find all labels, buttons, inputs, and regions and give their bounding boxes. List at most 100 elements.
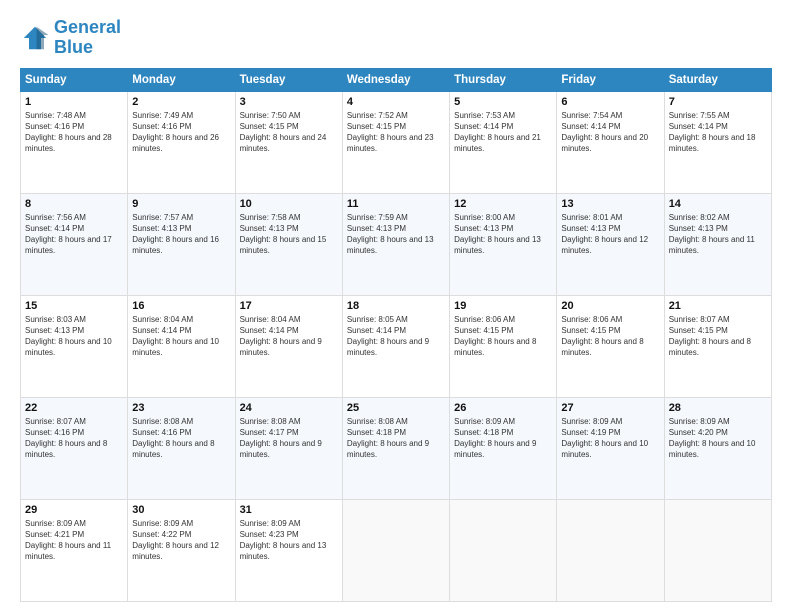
day-number: 14 (669, 198, 767, 210)
day-info: Sunrise: 7:49 AMSunset: 4:16 PMDaylight:… (132, 110, 230, 155)
calendar-cell: 27 Sunrise: 8:09 AMSunset: 4:19 PMDaylig… (557, 397, 664, 499)
calendar-cell: 29 Sunrise: 8:09 AMSunset: 4:21 PMDaylig… (21, 499, 128, 601)
day-number: 16 (132, 300, 230, 312)
calendar-day-header: Thursday (450, 68, 557, 91)
day-number: 19 (454, 300, 552, 312)
day-info: Sunrise: 8:09 AMSunset: 4:20 PMDaylight:… (669, 416, 767, 461)
day-info: Sunrise: 8:05 AMSunset: 4:14 PMDaylight:… (347, 314, 445, 359)
day-number: 31 (240, 504, 338, 516)
calendar-week-row: 22 Sunrise: 8:07 AMSunset: 4:16 PMDaylig… (21, 397, 772, 499)
day-info: Sunrise: 7:52 AMSunset: 4:15 PMDaylight:… (347, 110, 445, 155)
day-info: Sunrise: 8:08 AMSunset: 4:16 PMDaylight:… (132, 416, 230, 461)
day-number: 22 (25, 402, 123, 414)
day-info: Sunrise: 7:54 AMSunset: 4:14 PMDaylight:… (561, 110, 659, 155)
day-number: 13 (561, 198, 659, 210)
calendar-cell: 7 Sunrise: 7:55 AMSunset: 4:14 PMDayligh… (664, 91, 771, 193)
calendar-day-header: Saturday (664, 68, 771, 91)
calendar-cell: 20 Sunrise: 8:06 AMSunset: 4:15 PMDaylig… (557, 295, 664, 397)
day-number: 6 (561, 96, 659, 108)
calendar-cell: 10 Sunrise: 7:58 AMSunset: 4:13 PMDaylig… (235, 193, 342, 295)
calendar-cell: 18 Sunrise: 8:05 AMSunset: 4:14 PMDaylig… (342, 295, 449, 397)
calendar-cell: 19 Sunrise: 8:06 AMSunset: 4:15 PMDaylig… (450, 295, 557, 397)
calendar-cell: 11 Sunrise: 7:59 AMSunset: 4:13 PMDaylig… (342, 193, 449, 295)
calendar-cell: 14 Sunrise: 8:02 AMSunset: 4:13 PMDaylig… (664, 193, 771, 295)
day-number: 10 (240, 198, 338, 210)
calendar-cell: 31 Sunrise: 8:09 AMSunset: 4:23 PMDaylig… (235, 499, 342, 601)
day-number: 8 (25, 198, 123, 210)
day-info: Sunrise: 8:08 AMSunset: 4:18 PMDaylight:… (347, 416, 445, 461)
day-number: 24 (240, 402, 338, 414)
day-info: Sunrise: 8:06 AMSunset: 4:15 PMDaylight:… (454, 314, 552, 359)
calendar-cell: 4 Sunrise: 7:52 AMSunset: 4:15 PMDayligh… (342, 91, 449, 193)
day-number: 3 (240, 96, 338, 108)
day-info: Sunrise: 7:55 AMSunset: 4:14 PMDaylight:… (669, 110, 767, 155)
day-info: Sunrise: 8:02 AMSunset: 4:13 PMDaylight:… (669, 212, 767, 257)
day-number: 20 (561, 300, 659, 312)
calendar-cell (450, 499, 557, 601)
day-number: 29 (25, 504, 123, 516)
day-number: 25 (347, 402, 445, 414)
day-number: 26 (454, 402, 552, 414)
calendar-cell: 16 Sunrise: 8:04 AMSunset: 4:14 PMDaylig… (128, 295, 235, 397)
day-number: 27 (561, 402, 659, 414)
calendar-cell: 2 Sunrise: 7:49 AMSunset: 4:16 PMDayligh… (128, 91, 235, 193)
calendar-cell: 3 Sunrise: 7:50 AMSunset: 4:15 PMDayligh… (235, 91, 342, 193)
calendar-cell: 9 Sunrise: 7:57 AMSunset: 4:13 PMDayligh… (128, 193, 235, 295)
day-info: Sunrise: 7:58 AMSunset: 4:13 PMDaylight:… (240, 212, 338, 257)
calendar-cell: 6 Sunrise: 7:54 AMSunset: 4:14 PMDayligh… (557, 91, 664, 193)
day-info: Sunrise: 7:57 AMSunset: 4:13 PMDaylight:… (132, 212, 230, 257)
logo-text: General Blue (54, 18, 121, 58)
calendar-cell (664, 499, 771, 601)
calendar-week-row: 29 Sunrise: 8:09 AMSunset: 4:21 PMDaylig… (21, 499, 772, 601)
day-info: Sunrise: 8:09 AMSunset: 4:19 PMDaylight:… (561, 416, 659, 461)
calendar-table: SundayMondayTuesdayWednesdayThursdayFrid… (20, 68, 772, 602)
calendar-cell: 22 Sunrise: 8:07 AMSunset: 4:16 PMDaylig… (21, 397, 128, 499)
calendar-cell (342, 499, 449, 601)
day-info: Sunrise: 8:09 AMSunset: 4:23 PMDaylight:… (240, 518, 338, 563)
day-number: 30 (132, 504, 230, 516)
calendar-day-header: Wednesday (342, 68, 449, 91)
day-number: 4 (347, 96, 445, 108)
day-info: Sunrise: 8:09 AMSunset: 4:22 PMDaylight:… (132, 518, 230, 563)
day-number: 18 (347, 300, 445, 312)
day-number: 1 (25, 96, 123, 108)
logo-icon (20, 23, 50, 53)
day-info: Sunrise: 7:48 AMSunset: 4:16 PMDaylight:… (25, 110, 123, 155)
day-info: Sunrise: 7:59 AMSunset: 4:13 PMDaylight:… (347, 212, 445, 257)
day-info: Sunrise: 7:56 AMSunset: 4:14 PMDaylight:… (25, 212, 123, 257)
day-number: 2 (132, 96, 230, 108)
day-number: 17 (240, 300, 338, 312)
calendar-week-row: 15 Sunrise: 8:03 AMSunset: 4:13 PMDaylig… (21, 295, 772, 397)
calendar-cell: 28 Sunrise: 8:09 AMSunset: 4:20 PMDaylig… (664, 397, 771, 499)
header: General Blue (20, 18, 772, 58)
day-info: Sunrise: 7:53 AMSunset: 4:14 PMDaylight:… (454, 110, 552, 155)
calendar-day-header: Sunday (21, 68, 128, 91)
day-number: 7 (669, 96, 767, 108)
calendar-header-row: SundayMondayTuesdayWednesdayThursdayFrid… (21, 68, 772, 91)
calendar-cell: 15 Sunrise: 8:03 AMSunset: 4:13 PMDaylig… (21, 295, 128, 397)
calendar-cell: 1 Sunrise: 7:48 AMSunset: 4:16 PMDayligh… (21, 91, 128, 193)
calendar-cell: 12 Sunrise: 8:00 AMSunset: 4:13 PMDaylig… (450, 193, 557, 295)
calendar-week-row: 8 Sunrise: 7:56 AMSunset: 4:14 PMDayligh… (21, 193, 772, 295)
calendar-cell: 25 Sunrise: 8:08 AMSunset: 4:18 PMDaylig… (342, 397, 449, 499)
day-info: Sunrise: 8:07 AMSunset: 4:16 PMDaylight:… (25, 416, 123, 461)
calendar-cell: 24 Sunrise: 8:08 AMSunset: 4:17 PMDaylig… (235, 397, 342, 499)
calendar-cell: 30 Sunrise: 8:09 AMSunset: 4:22 PMDaylig… (128, 499, 235, 601)
day-info: Sunrise: 8:08 AMSunset: 4:17 PMDaylight:… (240, 416, 338, 461)
calendar-cell: 8 Sunrise: 7:56 AMSunset: 4:14 PMDayligh… (21, 193, 128, 295)
page: General Blue SundayMondayTuesdayWednesda… (0, 0, 792, 612)
day-info: Sunrise: 8:00 AMSunset: 4:13 PMDaylight:… (454, 212, 552, 257)
day-number: 9 (132, 198, 230, 210)
calendar-cell: 13 Sunrise: 8:01 AMSunset: 4:13 PMDaylig… (557, 193, 664, 295)
day-number: 11 (347, 198, 445, 210)
calendar-cell: 21 Sunrise: 8:07 AMSunset: 4:15 PMDaylig… (664, 295, 771, 397)
calendar-cell: 23 Sunrise: 8:08 AMSunset: 4:16 PMDaylig… (128, 397, 235, 499)
calendar-body: 1 Sunrise: 7:48 AMSunset: 4:16 PMDayligh… (21, 91, 772, 601)
day-info: Sunrise: 7:50 AMSunset: 4:15 PMDaylight:… (240, 110, 338, 155)
calendar-cell: 5 Sunrise: 7:53 AMSunset: 4:14 PMDayligh… (450, 91, 557, 193)
day-number: 5 (454, 96, 552, 108)
day-info: Sunrise: 8:04 AMSunset: 4:14 PMDaylight:… (240, 314, 338, 359)
calendar-week-row: 1 Sunrise: 7:48 AMSunset: 4:16 PMDayligh… (21, 91, 772, 193)
day-number: 12 (454, 198, 552, 210)
calendar-day-header: Friday (557, 68, 664, 91)
